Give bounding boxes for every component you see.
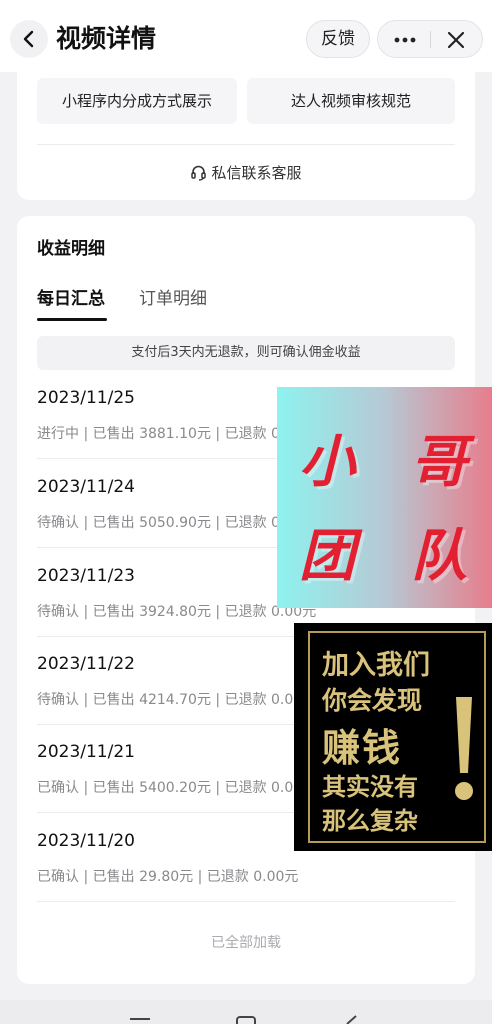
day-detail: 待确认 | 已售出 5050.90元 | 已退款 0.00元 xyxy=(37,515,317,531)
day-detail: 已确认 | 已售出 5400.20元 | 已退款 0.00元 xyxy=(37,780,317,796)
review-rules-link[interactable]: 达人视频审核规范 xyxy=(247,78,455,124)
day-date: 2023/11/23 xyxy=(37,566,135,586)
watermark-char: 小 xyxy=(299,430,355,495)
divider xyxy=(37,144,455,145)
promo-line: 加入我们 xyxy=(322,650,430,681)
customer-service-label: 私信联系客服 xyxy=(211,164,302,182)
watermark-char: 队 xyxy=(411,524,467,589)
promo-line: 其实没有 xyxy=(322,772,418,801)
quick-links-card: 小程序内分成方式展示 达人视频审核规范 私信联系客服 xyxy=(17,72,475,200)
day-date: 2023/11/24 xyxy=(37,477,135,497)
day-detail: 进行中 | 已售出 3881.10元 | 已退款 0.00元 xyxy=(37,426,317,442)
all-loaded-text: 已全部加载 xyxy=(211,935,281,951)
exclamation-icon xyxy=(455,697,473,800)
tab-daily-summary[interactable]: 每日汇总 xyxy=(37,284,105,309)
watermark-char: 哥 xyxy=(411,430,467,495)
share-method-link[interactable]: 小程序内分成方式展示 xyxy=(37,78,237,124)
active-tab-indicator xyxy=(37,318,107,321)
day-date: 2023/11/20 xyxy=(37,831,135,851)
day-detail: 已确认 | 已售出 29.80元 | 已退款 0.00元 xyxy=(37,869,299,885)
day-date: 2023/11/25 xyxy=(37,388,135,408)
day-date: 2023/11/22 xyxy=(37,654,135,674)
earnings-title: 收益明细 xyxy=(37,239,105,259)
back-nav-icon[interactable] xyxy=(344,1015,358,1024)
promo-line: 你会发现 xyxy=(322,686,423,715)
back-button[interactable] xyxy=(10,20,48,58)
page-title: 视频详情 xyxy=(56,24,157,53)
menu-icon[interactable] xyxy=(130,1018,150,1024)
top-bar: 视频详情 反馈 xyxy=(0,0,492,72)
day-date: 2023/11/21 xyxy=(37,742,135,762)
day-detail: 待确认 | 已售出 3924.80元 | 已退款 0.00元 xyxy=(37,604,317,620)
promo-overlay: 加入我们 你会发现 赚钱 其实没有 那么复杂 xyxy=(294,623,492,851)
row-divider xyxy=(37,901,455,902)
system-nav-bar xyxy=(0,1000,492,1024)
close-icon[interactable] xyxy=(446,30,466,50)
watermark-overlay: 小 哥 团 队 xyxy=(277,387,492,608)
more-dots-icon[interactable] xyxy=(392,30,418,50)
headset-icon xyxy=(191,165,207,181)
capsule-divider xyxy=(430,31,431,48)
tab-order-details[interactable]: 订单明细 xyxy=(139,284,207,309)
mini-program-capsule xyxy=(377,20,483,58)
settlement-notice: 支付后3天内无退款，则可确认佣金收益 xyxy=(37,336,455,370)
promo-line: 那么复杂 xyxy=(322,806,418,835)
feedback-button[interactable]: 反馈 xyxy=(306,20,370,58)
back-arrow-icon xyxy=(23,30,34,48)
home-icon[interactable] xyxy=(236,1016,256,1024)
watermark-char: 团 xyxy=(299,524,355,589)
customer-service-link[interactable]: 私信联系客服 xyxy=(17,160,475,186)
day-detail: 待确认 | 已售出 4214.70元 | 已退款 0.00元 xyxy=(37,692,317,708)
promo-line: 赚钱 xyxy=(322,725,403,770)
